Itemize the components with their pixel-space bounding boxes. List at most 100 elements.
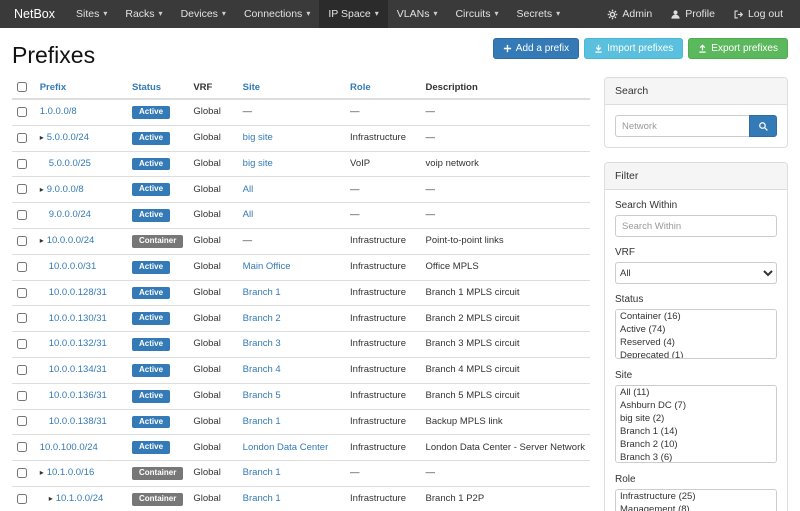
expand-icon[interactable]: ▸ [49, 494, 53, 503]
select-all-checkbox[interactable] [17, 82, 27, 92]
filter-option[interactable]: Ashburn DC (7) [616, 399, 776, 412]
row-checkbox[interactable] [17, 494, 27, 504]
site-link[interactable]: Branch 4 [243, 364, 281, 375]
row-checkbox[interactable] [17, 184, 27, 194]
add-prefix-button[interactable]: Add a prefix [493, 38, 579, 59]
prefix-link[interactable]: 10.1.0.0/16 [47, 467, 95, 478]
site-link[interactable]: All [243, 209, 254, 220]
prefix-link[interactable]: 10.0.0.134/31 [49, 364, 107, 375]
prefix-link[interactable]: 1.0.0.0/8 [40, 106, 77, 117]
site-link[interactable]: Branch 1 [243, 467, 281, 478]
role-cell: VoIP [345, 151, 421, 177]
brand-logo[interactable]: NetBox [8, 0, 67, 28]
role-filter-list[interactable]: Infrastructure (25)Management (8)Private… [615, 489, 777, 511]
row-checkbox[interactable] [17, 210, 27, 220]
row-checkbox[interactable] [17, 313, 27, 323]
filter-option[interactable]: Container (16) [616, 310, 776, 323]
site-link[interactable]: Branch 3 [243, 338, 281, 349]
column-header-description: Description [421, 77, 590, 99]
prefix-link[interactable]: 10.1.0.0/24 [56, 493, 104, 504]
prefix-link[interactable]: 10.0.0.136/31 [49, 390, 107, 401]
nav-item-secrets[interactable]: Secrets▾ [508, 0, 570, 28]
prefix-link[interactable]: 10.0.0.0/24 [47, 235, 95, 246]
export-prefixes-button[interactable]: Export prefixes [688, 38, 788, 59]
column-header-role[interactable]: Role [345, 77, 421, 99]
expand-icon[interactable]: ▸ [40, 236, 44, 245]
site-link[interactable]: Branch 5 [243, 390, 281, 401]
row-checkbox[interactable] [17, 159, 27, 169]
vrf-filter-select[interactable]: All [615, 262, 777, 284]
site-link[interactable]: big site [243, 132, 273, 143]
prefix-link[interactable]: 5.0.0.0/24 [47, 132, 89, 143]
nav-item-connections[interactable]: Connections▾ [235, 0, 319, 28]
description-cell: — [421, 177, 590, 203]
prefix-link[interactable]: 10.0.0.132/31 [49, 338, 107, 349]
nav-item-ip-space[interactable]: IP Space▾ [319, 0, 387, 28]
nav-item-circuits[interactable]: Circuits▾ [446, 0, 507, 28]
nav-item-sites[interactable]: Sites▾ [67, 0, 116, 28]
prefix-link[interactable]: 10.0.0.138/31 [49, 416, 107, 427]
nav-item-vlans[interactable]: VLANs▾ [388, 0, 447, 28]
status-filter-list[interactable]: Container (16)Active (74)Reserved (4)Dep… [615, 309, 777, 359]
table-row: 10.0.0.130/31ActiveGlobalBranch 2Infrast… [12, 306, 590, 332]
filter-option[interactable]: Deprecated (1) [616, 349, 776, 359]
prefix-link[interactable]: 10.0.0.128/31 [49, 287, 107, 298]
filter-option[interactable]: Management (8) [616, 503, 776, 511]
row-checkbox[interactable] [17, 262, 27, 272]
prefix-link[interactable]: 10.0.100.0/24 [40, 442, 98, 453]
row-checkbox[interactable] [17, 468, 27, 478]
row-checkbox[interactable] [17, 391, 27, 401]
search-button[interactable] [749, 115, 777, 137]
site-link[interactable]: All [243, 184, 254, 195]
filter-option[interactable]: Branch 3 (6) [616, 451, 776, 463]
prefix-link[interactable]: 9.0.0.0/8 [47, 184, 84, 195]
expand-icon[interactable]: ▸ [40, 468, 44, 477]
prefix-link[interactable]: 9.0.0.0/24 [49, 209, 91, 220]
expand-icon[interactable]: ▸ [40, 133, 44, 142]
prefix-link[interactable]: 10.0.0.130/31 [49, 313, 107, 324]
column-header-status[interactable]: Status [127, 77, 188, 99]
site-link[interactable]: Main Office [243, 261, 291, 272]
row-checkbox[interactable] [17, 339, 27, 349]
search-input[interactable] [615, 115, 749, 137]
filter-option[interactable]: Active (74) [616, 323, 776, 336]
site-link[interactable]: big site [243, 158, 273, 169]
filter-option[interactable]: All (11) [616, 386, 776, 399]
expand-icon[interactable]: ▸ [40, 185, 44, 194]
site-filter-list[interactable]: All (11)Ashburn DC (7)big site (2)Branch… [615, 385, 777, 463]
filter-option[interactable]: big site (2) [616, 412, 776, 425]
table-row: 1.0.0.0/8ActiveGlobal——— [12, 99, 590, 125]
search-within-input[interactable] [615, 215, 777, 237]
site-link[interactable]: Branch 1 [243, 416, 281, 427]
admin-link[interactable]: Admin [598, 0, 661, 28]
site-link[interactable]: Branch 1 [243, 287, 281, 298]
filter-option[interactable]: Infrastructure (25) [616, 490, 776, 503]
description-cell: — [421, 461, 590, 487]
filter-option[interactable]: Reserved (4) [616, 336, 776, 349]
row-checkbox[interactable] [17, 236, 27, 246]
row-checkbox[interactable] [17, 288, 27, 298]
row-checkbox[interactable] [17, 365, 27, 375]
prefix-table-head-row: PrefixStatusVRFSiteRoleDescription [12, 77, 590, 99]
status-badge: Container [132, 235, 183, 248]
site-link[interactable]: Branch 2 [243, 313, 281, 324]
nav-item-racks[interactable]: Racks▾ [116, 0, 171, 28]
column-header-prefix[interactable]: Prefix [35, 77, 127, 99]
site-link[interactable]: London Data Center [243, 442, 329, 453]
import-prefixes-button[interactable]: Import prefixes [584, 38, 683, 59]
row-checkbox[interactable] [17, 107, 27, 117]
status-filter-label: Status [615, 294, 777, 305]
site-cell: — [238, 228, 345, 254]
column-header-site[interactable]: Site [238, 77, 345, 99]
filter-option[interactable]: Branch 1 (14) [616, 425, 776, 438]
logout-link[interactable]: Log out [724, 0, 792, 28]
row-checkbox[interactable] [17, 416, 27, 426]
prefix-link[interactable]: 10.0.0.0/31 [49, 261, 97, 272]
row-checkbox[interactable] [17, 442, 27, 452]
site-link[interactable]: Branch 1 [243, 493, 281, 504]
prefix-link[interactable]: 5.0.0.0/25 [49, 158, 91, 169]
nav-item-devices[interactable]: Devices▾ [172, 0, 235, 28]
filter-option[interactable]: Branch 2 (10) [616, 438, 776, 451]
profile-link[interactable]: Profile [661, 0, 724, 28]
row-checkbox[interactable] [17, 133, 27, 143]
